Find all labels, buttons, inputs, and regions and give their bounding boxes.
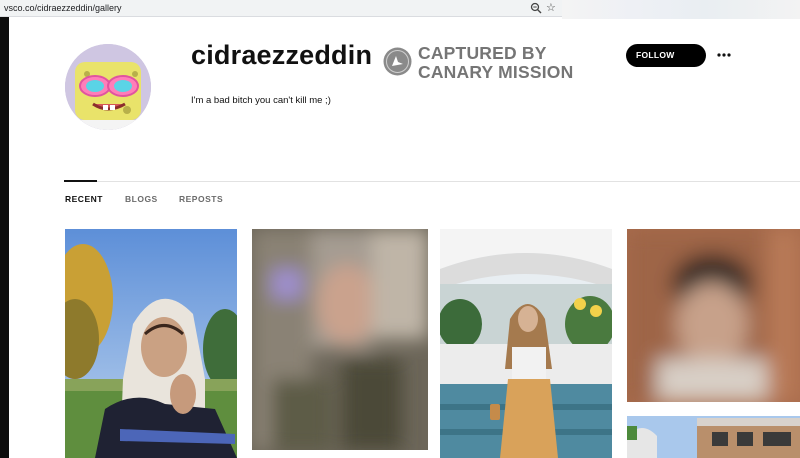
gallery-photo-1[interactable] <box>65 229 237 458</box>
profile-bio: I'm a bad bitch you can't kill me ;) <box>191 95 331 106</box>
zoom-icon[interactable] <box>530 2 542 14</box>
gallery-photo-3[interactable] <box>440 229 612 458</box>
watermark-line-1: CAPTURED BY <box>418 43 547 63</box>
watermark-line-2: CANARY MISSION <box>418 62 574 82</box>
address-bar[interactable]: vsco.co/cidraezzeddin/gallery ☆ <box>0 0 562 17</box>
more-options-icon[interactable] <box>717 53 731 57</box>
url-text[interactable]: vsco.co/cidraezzeddin/gallery <box>4 0 122 16</box>
watermark-text: CAPTURED BY CANARY MISSION <box>418 44 573 82</box>
window-edge <box>0 17 9 458</box>
tab-reposts[interactable]: REPOSTS <box>179 194 223 204</box>
avatar[interactable] <box>65 44 151 130</box>
profile-username: cidraezzeddin <box>191 40 373 70</box>
gallery-photo-2[interactable] <box>252 229 428 450</box>
tab-recent[interactable]: RECENT <box>65 194 103 204</box>
gallery-photo-5[interactable] <box>627 416 800 458</box>
canary-mission-logo-icon <box>383 47 412 76</box>
follow-button[interactable]: FOLLOW <box>626 44 706 67</box>
tab-blogs[interactable]: BLOGS <box>125 194 158 204</box>
browser-tabstrip <box>562 0 800 19</box>
tabs-divider <box>64 181 800 182</box>
tab-active-indicator <box>64 180 97 182</box>
star-icon[interactable]: ☆ <box>546 1 556 15</box>
gallery-photo-4[interactable] <box>627 229 800 402</box>
